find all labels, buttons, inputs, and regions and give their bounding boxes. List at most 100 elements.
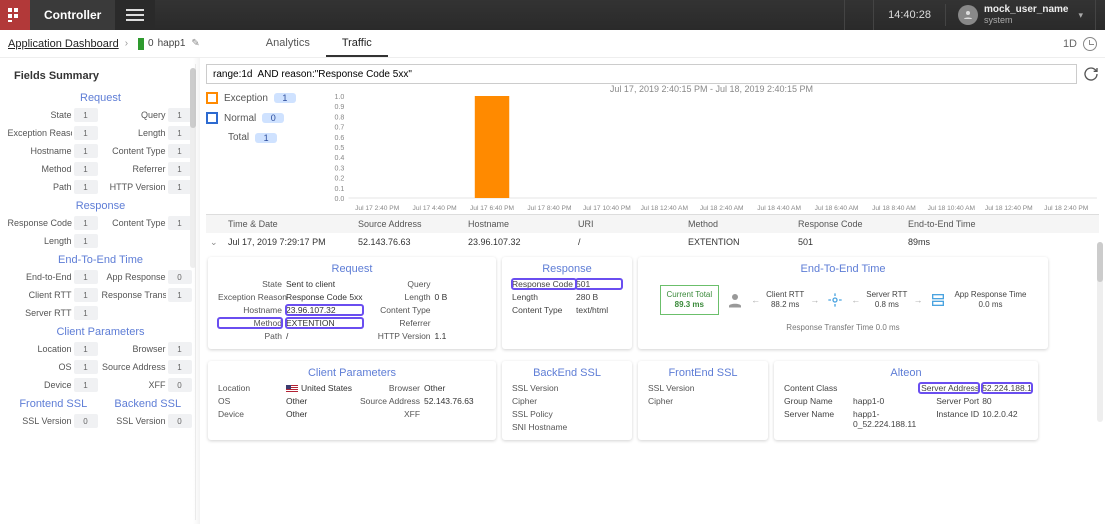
fs-label: Exception Reason: [8, 126, 72, 140]
legend-label: Exception: [224, 93, 268, 104]
card-request: Request StateSent to client Query Except…: [208, 257, 496, 349]
topbar-slot-2[interactable]: [1095, 0, 1105, 30]
fs-badge[interactable]: 0: [74, 414, 98, 428]
fs-badge[interactable]: 0: [168, 378, 192, 392]
traffic-chart[interactable]: Jul 17, 2019 2:40:15 PM - Jul 18, 2019 2…: [324, 88, 1099, 212]
kv-val: happ1-0_52.224.188.11: [853, 409, 916, 429]
kv-key: Server Port: [919, 396, 979, 406]
kv-key: Content Type: [512, 305, 576, 315]
kv-key: SSL Policy: [512, 409, 592, 419]
kv-val-highlight: EXTENTION: [286, 318, 363, 328]
kv-val-highlight: 52.224.188.1: [982, 383, 1032, 393]
fs-badge[interactable]: 0: [168, 414, 192, 428]
kv-key: Path: [218, 331, 282, 341]
fs-badge[interactable]: 1: [74, 270, 98, 284]
kv-key: OS: [218, 396, 282, 406]
fs-badge[interactable]: 1: [74, 126, 98, 140]
fs-label: SSL Version: [102, 414, 166, 428]
fs-badge[interactable]: 1: [74, 180, 98, 194]
card-title: End-To-End Time: [648, 263, 1038, 275]
edit-icon[interactable]: ✎: [191, 38, 199, 49]
app-name: happ1: [158, 38, 186, 49]
fs-label: Response Transfer: [102, 288, 166, 302]
legend-swatch-normal[interactable]: [206, 112, 218, 124]
legend-swatch-exception[interactable]: [206, 92, 218, 104]
fs-badge[interactable]: 1: [74, 288, 98, 302]
row-expand-icon[interactable]: ⌄: [206, 233, 224, 251]
clock-icon[interactable]: [1083, 37, 1097, 51]
user-role: system: [984, 15, 1069, 26]
card-client-parameters: Client Parameters LocationUnited States …: [208, 361, 496, 440]
status-indicator: [138, 38, 144, 50]
fs-badge[interactable]: 1: [74, 234, 98, 248]
topbar-slot-1[interactable]: [844, 0, 873, 30]
fs-badge[interactable]: 1: [168, 162, 192, 176]
search-input[interactable]: [206, 64, 1077, 84]
th-method[interactable]: Method: [684, 215, 794, 233]
ete-footer: Response Transfer Time 0.0 ms: [648, 323, 1038, 332]
fs-badge[interactable]: 1: [74, 342, 98, 356]
fs-badge[interactable]: 1: [168, 144, 192, 158]
tab-analytics[interactable]: Analytics: [250, 30, 326, 57]
th-hn[interactable]: Hostname: [464, 215, 574, 233]
fs-section-request: Request: [6, 88, 195, 106]
fs-badge[interactable]: 1: [168, 180, 192, 194]
kv-val: Other: [286, 396, 352, 406]
legend-label: Total: [228, 132, 249, 143]
fs-badge[interactable]: 1: [168, 216, 192, 230]
fs-label: Query: [102, 108, 166, 122]
th-rc[interactable]: Response Code: [794, 215, 904, 233]
menu-toggle[interactable]: [115, 0, 155, 30]
fs-badge[interactable]: 1: [168, 360, 192, 374]
fs-badge[interactable]: 1: [168, 288, 192, 302]
kv-key: Location: [218, 383, 282, 393]
kv-key: Content Class: [784, 383, 850, 393]
fs-badge[interactable]: 1: [168, 342, 192, 356]
fs-badge[interactable]: 1: [168, 108, 192, 122]
th-time[interactable]: Time & Date: [224, 215, 354, 233]
fs-label: SSL Version: [8, 414, 72, 428]
sidebar-scrollbar[interactable]: [190, 68, 196, 268]
chart-caption: Jul 17, 2019 2:40:15 PM - Jul 18, 2019 2…: [324, 84, 1099, 94]
fs-badge[interactable]: 1: [74, 144, 98, 158]
table-row[interactable]: ⌄ Jul 17, 2019 7:29:17 PM 52.143.76.63 2…: [206, 233, 1099, 251]
refresh-icon[interactable]: [1083, 66, 1099, 82]
fs-badge[interactable]: 1: [74, 108, 98, 122]
fs-label: Length: [102, 126, 166, 140]
fs-label: Device: [8, 378, 72, 392]
kv-key: Instance ID: [919, 409, 979, 429]
fs-section-response: Response: [6, 196, 195, 214]
ete-client-rtt: Client RTT88.2 ms: [766, 290, 804, 310]
svg-text:0.6: 0.6: [335, 135, 345, 142]
kv-key: Cipher: [512, 396, 592, 406]
fs-badge[interactable]: 1: [74, 216, 98, 230]
flag-icon: [286, 385, 298, 393]
kv-key: Length: [512, 292, 576, 302]
user-menu[interactable]: mock_user_name system ▾: [945, 4, 1095, 26]
th-sa[interactable]: Source Address: [354, 215, 464, 233]
tab-traffic[interactable]: Traffic: [326, 30, 388, 57]
svg-text:0.2: 0.2: [335, 176, 345, 183]
kv-val: 280 B: [576, 292, 622, 302]
time-range-label[interactable]: 1D: [1063, 38, 1077, 50]
fs-label: Path: [8, 180, 72, 194]
th-ete[interactable]: End-to-End Time: [904, 215, 1004, 233]
kv-key: Group Name: [784, 396, 850, 406]
fs-badge[interactable]: 1: [74, 360, 98, 374]
content-scrollbar[interactable]: [1097, 242, 1103, 422]
legend-count: 1: [274, 93, 296, 103]
fs-badge[interactable]: 1: [74, 306, 98, 320]
fs-badge[interactable]: 1: [74, 162, 98, 176]
th-uri[interactable]: URI: [574, 215, 684, 233]
cell-hn: 23.96.107.32: [464, 233, 574, 251]
kv-key: Exception Reason: [218, 292, 282, 302]
fs-badge[interactable]: 1: [168, 126, 192, 140]
fs-badge[interactable]: 0: [168, 270, 192, 284]
svg-text:0.8: 0.8: [335, 114, 345, 121]
fs-label: Length: [8, 234, 72, 248]
fs-section-cp: Client Parameters: [6, 322, 195, 340]
fs-badge[interactable]: 1: [74, 378, 98, 392]
fs-label: Response Code: [8, 216, 72, 230]
breadcrumb[interactable]: Application Dashboard: [8, 38, 119, 50]
svg-text:Jul 18 6:40 AM: Jul 18 6:40 AM: [815, 205, 859, 212]
